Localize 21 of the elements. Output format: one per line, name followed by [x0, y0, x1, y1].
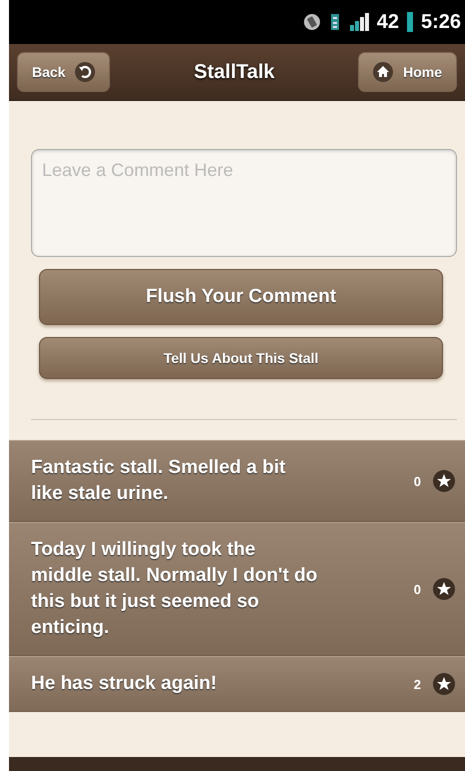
- comment-item[interactable]: Today I willingly took the middle stall. Normally I don't do this but it just seemed so enticing. 0: [9, 522, 465, 656]
- comment-item[interactable]: He has struck again! 2: [9, 656, 465, 712]
- app-title: StallTalk: [194, 60, 275, 84]
- submit-button[interactable]: Flush Your Comment: [39, 269, 443, 325]
- rating-count: 2: [414, 676, 421, 692]
- comment-field[interactable]: Leave a Comment Here: [31, 149, 457, 257]
- battery-level: 42: [376, 10, 399, 34]
- home-icon: [373, 62, 394, 82]
- back-button[interactable]: Back: [17, 52, 110, 92]
- signal-icon: [348, 13, 369, 31]
- home-button[interactable]: Home: [358, 52, 457, 92]
- comment-text: Today I willingly took the middle stall. Normally I don't do this but it just seemed so enticing.: [31, 538, 318, 640]
- comment-text: He has struck again!: [31, 672, 218, 696]
- comment-item[interactable]: Fantastic stall. Smelled a bit like stale urine. 0: [9, 440, 465, 522]
- rating-count: 0: [414, 582, 421, 596]
- clock: 5:26: [420, 10, 461, 34]
- battery-icon: [406, 12, 413, 32]
- undo-icon: [75, 62, 96, 82]
- comment-text: Fantastic stall. Smelled a bit like stale urine.: [31, 456, 286, 506]
- rating-count: 0: [414, 474, 421, 488]
- stall-info-button[interactable]: Tell Us About This Stall: [39, 337, 443, 379]
